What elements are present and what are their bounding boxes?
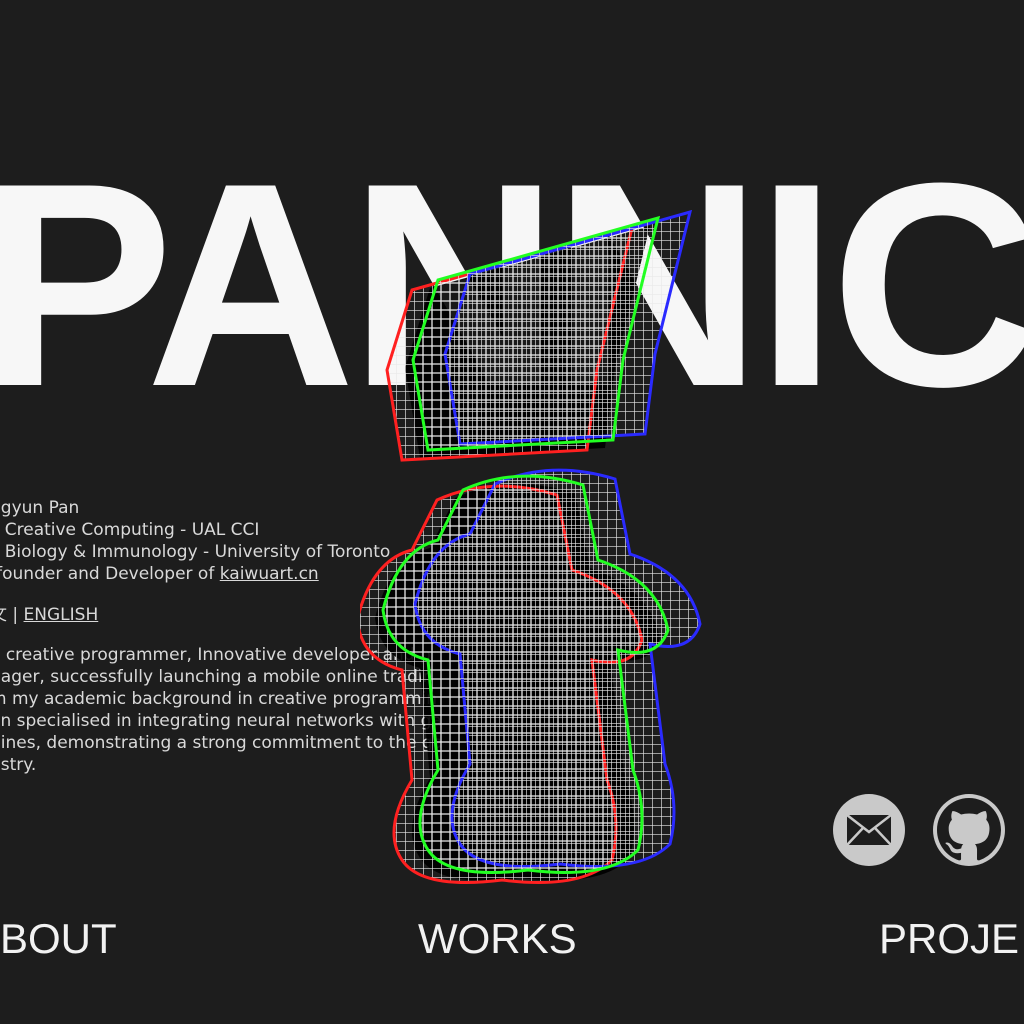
social-links bbox=[833, 794, 1005, 866]
github-icon bbox=[937, 798, 1001, 861]
mail-icon bbox=[846, 814, 892, 846]
email-button[interactable] bbox=[833, 794, 905, 866]
bio-founder-text: -founder and Developer of bbox=[0, 564, 220, 584]
nav-about[interactable]: BOUT bbox=[0, 915, 117, 963]
nav-projects[interactable]: PROJE bbox=[879, 915, 1019, 963]
lang-english-link[interactable]: ENGLISH bbox=[24, 605, 99, 625]
nav-works[interactable]: WORKS bbox=[418, 915, 577, 963]
lang-chinese[interactable]: 文 | bbox=[0, 605, 24, 625]
kaiwuart-link[interactable]: kaiwuart.cn bbox=[220, 564, 319, 584]
glitch-wireframe-figure[interactable] bbox=[360, 210, 730, 900]
main-nav: BOUT WORKS PROJE bbox=[0, 915, 1024, 965]
github-button[interactable] bbox=[933, 794, 1005, 866]
